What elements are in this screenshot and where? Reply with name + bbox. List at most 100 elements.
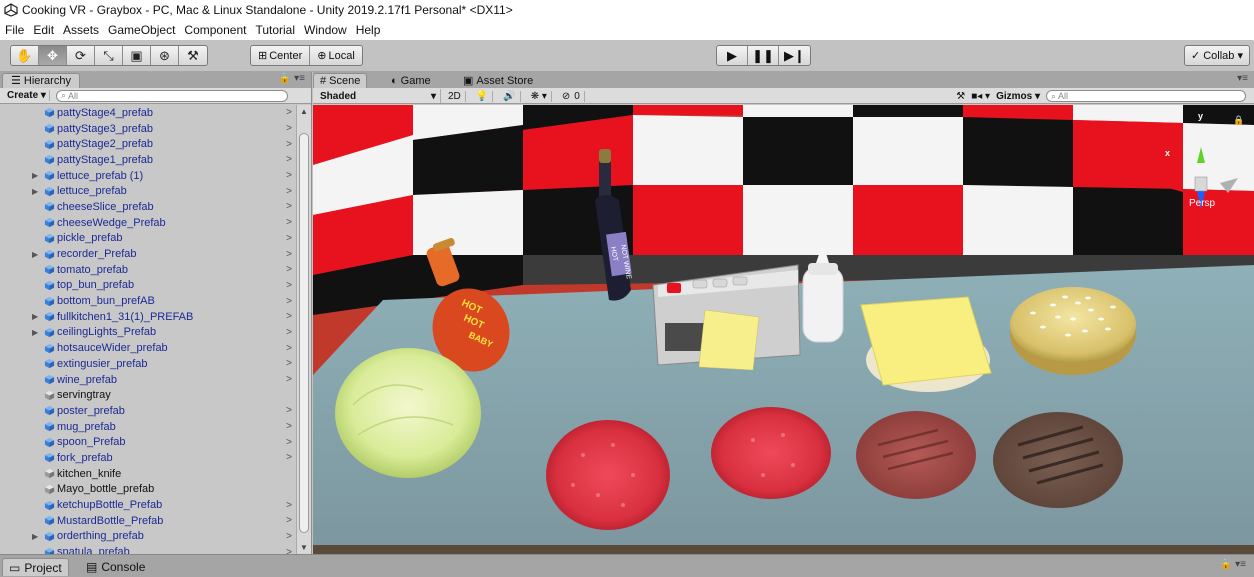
scrollbar-thumb[interactable]: [299, 133, 309, 533]
open-prefab-chevron-icon[interactable]: >: [286, 233, 292, 244]
tab-project[interactable]: ▭ Project: [2, 558, 69, 576]
open-prefab-chevron-icon[interactable]: >: [286, 217, 292, 228]
hierarchy-item[interactable]: extingusier_prefab >: [0, 356, 296, 372]
rotate-tool-icon[interactable]: ⟳: [67, 46, 95, 65]
menu-component[interactable]: Component: [184, 23, 246, 37]
open-prefab-chevron-icon[interactable]: >: [286, 547, 292, 554]
effects-toggle-icon[interactable]: ❋ ▾: [527, 90, 552, 102]
scene-search-input[interactable]: ⌕ All: [1046, 90, 1246, 102]
camera-icon[interactable]: ■◂ ▾: [971, 91, 990, 102]
expand-arrow-icon[interactable]: ▶: [32, 328, 44, 337]
scene-panel-menu-icon[interactable]: ▾≡: [1237, 73, 1248, 84]
open-prefab-chevron-icon[interactable]: >: [286, 170, 292, 181]
pivot-local-button[interactable]: ⊕ Local: [310, 46, 362, 65]
step-button-icon[interactable]: ▶❙: [779, 46, 810, 65]
open-prefab-chevron-icon[interactable]: >: [286, 421, 292, 432]
hierarchy-item[interactable]: top_bun_prefab >: [0, 278, 296, 294]
open-prefab-chevron-icon[interactable]: >: [286, 358, 292, 369]
scroll-down-icon[interactable]: ▼: [300, 543, 308, 552]
lighting-toggle-icon[interactable]: 💡: [472, 90, 494, 102]
expand-arrow-icon[interactable]: ▶: [32, 312, 44, 321]
tab-console[interactable]: ▤ Console: [80, 558, 151, 576]
projection-label[interactable]: Persp: [1189, 198, 1215, 209]
open-prefab-chevron-icon[interactable]: >: [286, 531, 292, 542]
hierarchy-item[interactable]: bottom_bun_prefAB >: [0, 293, 296, 309]
hierarchy-item[interactable]: pickle_prefab >: [0, 231, 296, 247]
hidden-objects-icon[interactable]: ⊘ 0: [558, 90, 589, 102]
scroll-up-icon[interactable]: ▲: [300, 107, 308, 116]
bottom-panel-menu-icon[interactable]: 🔒 ▾≡: [1220, 559, 1246, 570]
open-prefab-chevron-icon[interactable]: >: [286, 515, 292, 526]
hierarchy-search-input[interactable]: ⌕ All: [55, 89, 288, 102]
create-dropdown[interactable]: Create ▾: [4, 90, 50, 101]
hierarchy-item[interactable]: ▶ orderthing_prefab >: [0, 529, 296, 545]
menu-edit[interactable]: Edit: [33, 23, 54, 37]
tab-scene[interactable]: # Scene: [313, 73, 368, 88]
hierarchy-item[interactable]: pattyStage4_prefab >: [0, 105, 296, 121]
pause-button-icon[interactable]: ❚❚: [748, 46, 779, 65]
audio-toggle-icon[interactable]: 🔊: [499, 90, 521, 102]
open-prefab-chevron-icon[interactable]: >: [286, 343, 292, 354]
hierarchy-item[interactable]: servingtray: [0, 387, 296, 403]
menu-help[interactable]: Help: [356, 23, 381, 37]
play-button-icon[interactable]: ▶: [717, 46, 748, 65]
open-prefab-chevron-icon[interactable]: >: [286, 327, 292, 338]
hierarchy-item[interactable]: pattyStage1_prefab >: [0, 152, 296, 168]
rect-tool-icon[interactable]: ▣: [123, 46, 151, 65]
shading-mode-dropdown[interactable]: Shaded ▾: [316, 89, 441, 103]
hierarchy-item[interactable]: hotsauceWider_prefab >: [0, 340, 296, 356]
expand-arrow-icon[interactable]: ▶: [32, 171, 44, 180]
open-prefab-chevron-icon[interactable]: >: [286, 154, 292, 165]
hierarchy-item[interactable]: mug_prefab >: [0, 419, 296, 435]
hierarchy-item[interactable]: ▶ lettuce_prefab (1) >: [0, 168, 296, 184]
hierarchy-item[interactable]: spatula_prefab >: [0, 544, 296, 554]
open-prefab-chevron-icon[interactable]: >: [286, 186, 292, 197]
hierarchy-item[interactable]: ▶ fullkitchen1_31(1)_PREFAB >: [0, 309, 296, 325]
hierarchy-item[interactable]: pattyStage2_prefab >: [0, 136, 296, 152]
hierarchy-item[interactable]: kitchen_knife: [0, 466, 296, 482]
toggle-2d-button[interactable]: 2D: [444, 90, 466, 102]
menu-file[interactable]: File: [5, 23, 24, 37]
hierarchy-item[interactable]: MustardBottle_Prefab >: [0, 513, 296, 529]
hierarchy-item[interactable]: pattyStage3_prefab >: [0, 121, 296, 137]
hierarchy-item[interactable]: Mayo_bottle_prefab: [0, 482, 296, 498]
open-prefab-chevron-icon[interactable]: >: [286, 249, 292, 260]
collab-button[interactable]: ✓ Collab ▾: [1184, 45, 1250, 66]
open-prefab-chevron-icon[interactable]: >: [286, 107, 292, 118]
hierarchy-scrollbar[interactable]: ▲ ▼: [296, 105, 311, 554]
gizmos-dropdown[interactable]: Gizmos ▾: [996, 91, 1040, 102]
menu-assets[interactable]: Assets: [63, 23, 99, 37]
open-prefab-chevron-icon[interactable]: >: [286, 296, 292, 307]
gizmo-lock-icon[interactable]: 🔒: [1233, 115, 1244, 126]
tools-icon[interactable]: ⚒: [956, 91, 965, 102]
menu-gameobject[interactable]: GameObject: [108, 23, 175, 37]
tab-hierarchy[interactable]: ☰ Hierarchy: [2, 73, 80, 88]
hierarchy-item[interactable]: ▶ lettuce_prefab >: [0, 183, 296, 199]
hierarchy-item[interactable]: tomato_prefab >: [0, 262, 296, 278]
open-prefab-chevron-icon[interactable]: >: [286, 437, 292, 448]
hierarchy-item[interactable]: ▶ ceilingLights_Prefab >: [0, 325, 296, 341]
open-prefab-chevron-icon[interactable]: >: [286, 280, 292, 291]
transform-tool-icon[interactable]: ⊛: [151, 46, 179, 65]
open-prefab-chevron-icon[interactable]: >: [286, 264, 292, 275]
hand-tool-icon[interactable]: ✋: [11, 46, 39, 65]
hierarchy-item[interactable]: ▶ recorder_Prefab >: [0, 246, 296, 262]
open-prefab-chevron-icon[interactable]: >: [286, 311, 292, 322]
open-prefab-chevron-icon[interactable]: >: [286, 374, 292, 385]
scale-tool-icon[interactable]: ⤡: [95, 46, 123, 65]
panel-menu-icon[interactable]: 🔒 ▾≡: [279, 73, 305, 84]
open-prefab-chevron-icon[interactable]: >: [286, 500, 292, 511]
menu-window[interactable]: Window: [304, 23, 347, 37]
menu-tutorial[interactable]: Tutorial: [255, 23, 295, 37]
expand-arrow-icon[interactable]: ▶: [32, 187, 44, 196]
hierarchy-item[interactable]: cheeseSlice_prefab >: [0, 199, 296, 215]
tab-game[interactable]: ◐ Game: [385, 73, 437, 88]
expand-arrow-icon[interactable]: ▶: [32, 532, 44, 541]
open-prefab-chevron-icon[interactable]: >: [286, 139, 292, 150]
open-prefab-chevron-icon[interactable]: >: [286, 123, 292, 134]
hierarchy-item[interactable]: spoon_Prefab >: [0, 434, 296, 450]
pivot-center-button[interactable]: ⊞ Center: [251, 46, 311, 65]
hierarchy-item[interactable]: cheeseWedge_Prefab >: [0, 215, 296, 231]
hierarchy-item[interactable]: fork_prefab >: [0, 450, 296, 466]
expand-arrow-icon[interactable]: ▶: [32, 250, 44, 259]
